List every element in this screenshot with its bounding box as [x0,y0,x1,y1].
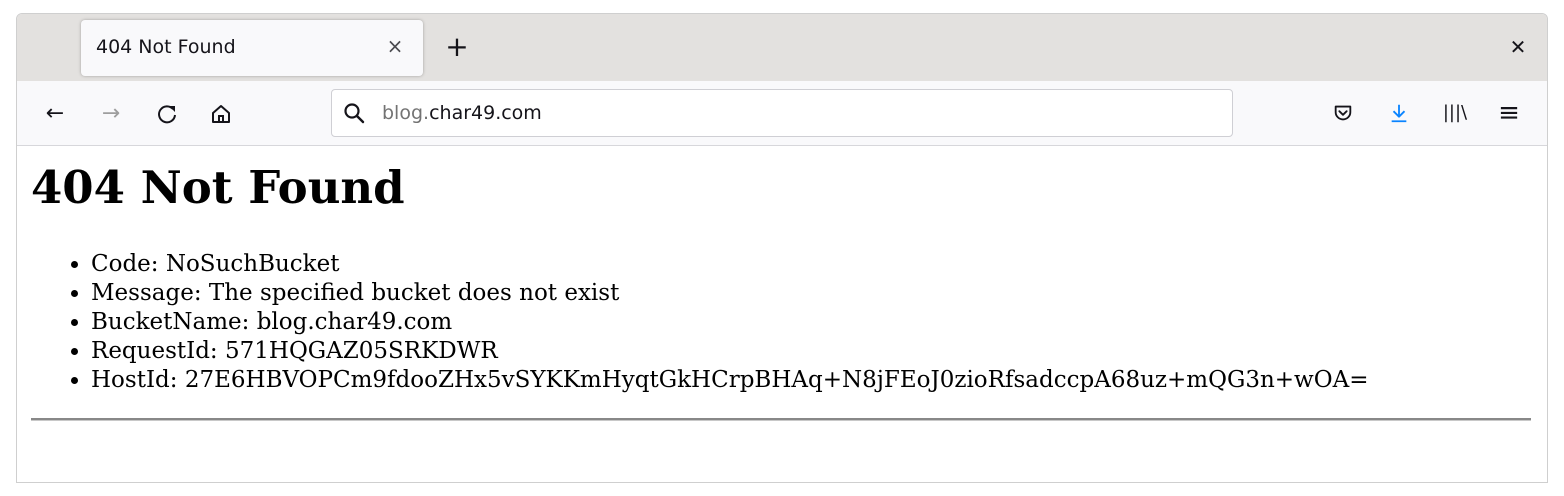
list-item-bucket-name: BucketName: blog.char49.com [91,308,1368,337]
navigation-toolbar: ← → blog.char49.com |||\ ≡ [17,81,1547,146]
reload-icon [158,105,176,124]
horizontal-rule [31,418,1531,421]
app-menu-button[interactable]: ≡ [1495,99,1523,127]
window-close-button[interactable]: ✕ [1507,36,1529,58]
list-item-host-id: HostId: 27E6HBVOPCm9fdooZHx5vSYKKmHyqtGk… [91,366,1368,395]
url-subdomain: blog. [382,102,430,124]
url-text[interactable]: blog.char49.com [382,102,542,124]
error-details-list: Code: NoSuchBucket Message: The specifie… [31,250,1368,395]
search-icon [344,103,365,124]
downloads-button[interactable] [1385,99,1413,127]
tab-bar: 404 Not Found × + ✕ [17,14,1547,81]
page-title: 404 Not Found [31,161,405,214]
address-bar[interactable]: blog.char49.com [331,89,1233,137]
list-item-request-id: RequestId: 571HQGAZ05SRKDWR [91,337,1368,366]
tab-404-not-found[interactable]: 404 Not Found × [81,20,423,76]
tab-title: 404 Not Found [96,36,236,58]
page-content: 404 Not Found Code: NoSuchBucket Message… [17,146,1547,482]
pocket-icon [1334,105,1352,121]
home-icon [212,105,230,123]
pocket-button[interactable] [1329,99,1357,127]
download-icon [1391,104,1407,123]
list-item-code: Code: NoSuchBucket [91,250,1368,279]
tab-close-icon[interactable]: × [383,34,407,58]
library-button[interactable]: |||\ [1441,99,1469,127]
browser-window: 404 Not Found × + ✕ ← → blog.char49.com … [16,13,1548,483]
reload-button[interactable] [153,101,181,127]
forward-button[interactable]: → [97,101,125,127]
url-domain: char49.com [429,102,542,124]
list-item-message: Message: The specified bucket does not e… [91,279,1368,308]
home-button[interactable] [207,101,235,127]
new-tab-button[interactable]: + [443,33,471,61]
back-button[interactable]: ← [41,101,69,127]
